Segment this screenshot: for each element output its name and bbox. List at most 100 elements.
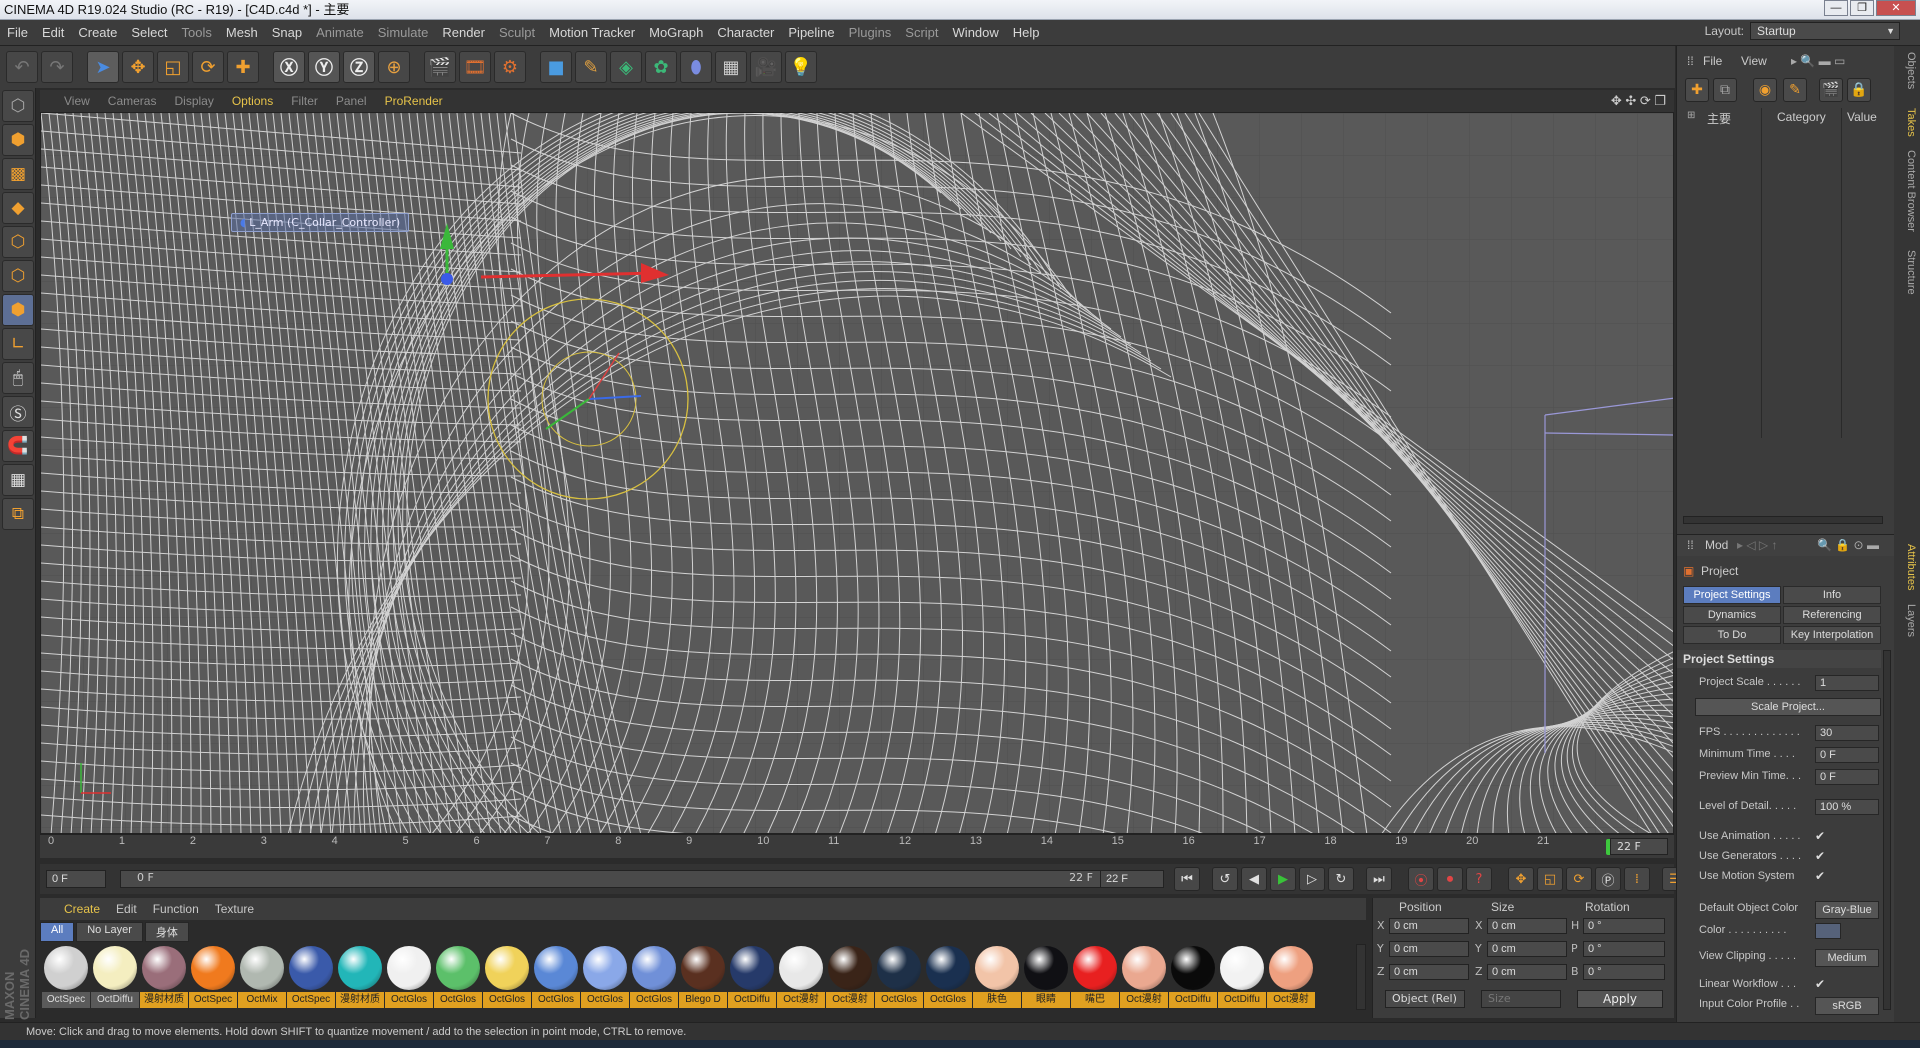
cube-icon[interactable]: ■: [540, 51, 572, 83]
take-lock-icon[interactable]: 🔒: [1847, 78, 1871, 102]
3d-viewport[interactable]: ◖ L_Arm (C_Collar_Controller): [40, 112, 1674, 834]
layout-dropdown[interactable]: Startup ▼: [1750, 22, 1900, 40]
side-tab-objects[interactable]: Objects: [1897, 52, 1917, 89]
record-pla-icon[interactable]: ⁞: [1624, 867, 1650, 891]
material-swatch[interactable]: 嘴巴: [1071, 944, 1119, 1010]
close-button[interactable]: ✕: [1876, 0, 1916, 16]
record-scale-icon[interactable]: ◱: [1537, 867, 1563, 891]
position-field[interactable]: 0 cm: [1389, 918, 1469, 934]
attribute-value-field[interactable]: 30: [1815, 725, 1879, 741]
record-active-icon[interactable]: ⦿: [1408, 867, 1434, 891]
workplane-icon[interactable]: ◆: [2, 192, 34, 224]
attributes-nav-icons[interactable]: ▸ ◁ ▷ ↑: [1737, 538, 1777, 552]
selected-object-label[interactable]: ◖ L_Arm (C_Collar_Controller): [231, 213, 410, 232]
menu-mograph[interactable]: MoGraph: [642, 25, 710, 40]
side-tab-layers[interactable]: Layers: [1897, 604, 1917, 637]
objects-menu-arrow-icon[interactable]: ▸ 🔍 ▬ ▭: [1791, 54, 1845, 68]
material-swatch[interactable]: 肤色: [973, 944, 1021, 1010]
tab-referencing[interactable]: Referencing: [1783, 606, 1881, 624]
material-swatch[interactable]: Oct漫射: [1120, 944, 1168, 1010]
take-override-icon[interactable]: ◉: [1753, 78, 1777, 102]
tab-info[interactable]: Info: [1783, 586, 1881, 604]
current-frame-field[interactable]: 22 F: [1610, 838, 1668, 855]
material-swatch[interactable]: OctGlos: [630, 944, 678, 1010]
take-add-icon[interactable]: ✚: [1685, 78, 1709, 102]
material-swatch[interactable]: OctMix: [238, 944, 286, 1010]
material-swatch[interactable]: 眼睛: [1022, 944, 1070, 1010]
menu-plugins[interactable]: Plugins: [842, 25, 899, 40]
record-parameter-icon[interactable]: Ⓟ: [1595, 867, 1621, 891]
rotation-field[interactable]: 0 °: [1583, 918, 1665, 934]
material-swatch[interactable]: Blego D: [679, 944, 727, 1010]
material-swatch[interactable]: OctDiffu: [1169, 944, 1217, 1010]
size-field[interactable]: 0 cm: [1487, 918, 1567, 934]
attribute-checkbox[interactable]: ✔: [1815, 829, 1825, 843]
timeline-ruler[interactable]: 0 1 2 3 4 5 6 7 8 9 10 11 12 13 14 15 16 17 18 19 20 21 22 F: [40, 834, 1674, 858]
render-picture-viewer-icon[interactable]: 🎞: [459, 51, 491, 83]
rotation-field[interactable]: 0 °: [1583, 941, 1665, 957]
keyframe-selection-icon[interactable]: ?: [1466, 867, 1492, 891]
play-icon[interactable]: ▶: [1270, 867, 1296, 891]
move-icon[interactable]: ✥: [122, 51, 154, 83]
render-view-icon[interactable]: 🎬: [424, 51, 456, 83]
material-swatch[interactable]: Oct漫射: [777, 944, 825, 1010]
scale-icon[interactable]: ◱: [157, 51, 189, 83]
attribute-checkbox[interactable]: ✔: [1815, 977, 1825, 991]
viewport-navigation-icons[interactable]: ✥ ✣ ⟳ ❐: [1611, 93, 1666, 109]
maximize-button[interactable]: ❐: [1850, 0, 1874, 16]
menu-mesh[interactable]: Mesh: [219, 25, 265, 40]
rotate-icon[interactable]: ⟳: [192, 51, 224, 83]
attribute-checkbox[interactable]: ✔: [1815, 849, 1825, 863]
menu-animate[interactable]: Animate: [309, 25, 371, 40]
position-field[interactable]: 0 cm: [1389, 964, 1469, 980]
take-render-icon[interactable]: 🎬: [1819, 78, 1843, 102]
size-field[interactable]: 0 cm: [1487, 964, 1567, 980]
edges-mode-icon[interactable]: ⬡: [2, 260, 34, 292]
material-swatch[interactable]: OctSpec: [287, 944, 335, 1010]
filter-no-layer[interactable]: No Layer: [76, 922, 143, 942]
menu-motion-tracker[interactable]: Motion Tracker: [542, 25, 642, 40]
material-swatch[interactable]: 漫射材质: [140, 944, 188, 1010]
viewport-menu-display[interactable]: Display: [174, 94, 213, 108]
previous-key-icon[interactable]: ↺: [1212, 867, 1238, 891]
menu-create[interactable]: Create: [71, 25, 124, 40]
rotation-field[interactable]: 0 °: [1583, 964, 1665, 980]
material-swatch[interactable]: OctGlos: [924, 944, 972, 1010]
world-coordinate-icon[interactable]: ⊕: [378, 51, 410, 83]
attribute-value-field[interactable]: 0 F: [1815, 747, 1879, 763]
texture-mode-icon[interactable]: ▩: [2, 158, 34, 190]
viewport-menu-cameras[interactable]: Cameras: [108, 94, 157, 108]
apply-button[interactable]: Apply: [1577, 990, 1663, 1008]
deformer-icon[interactable]: ⬮: [680, 51, 712, 83]
attributes-scrollbar[interactable]: [1883, 650, 1891, 1010]
side-tab-attributes[interactable]: Attributes: [1897, 544, 1917, 590]
workplane-lock-icon[interactable]: ▦: [2, 464, 34, 496]
menu-window[interactable]: Window: [946, 25, 1006, 40]
menu-simulate[interactable]: Simulate: [371, 25, 436, 40]
go-to-end-icon[interactable]: ⏭: [1366, 867, 1392, 891]
material-swatch[interactable]: OctDiffu: [1218, 944, 1266, 1010]
material-menu-create[interactable]: Create: [64, 902, 100, 916]
position-field[interactable]: 0 cm: [1389, 941, 1469, 957]
go-to-start-icon[interactable]: ⏮: [1174, 867, 1200, 891]
tab-project-settings[interactable]: Project Settings: [1683, 586, 1781, 604]
live-selection-icon[interactable]: ➤: [87, 51, 119, 83]
take-copy-icon[interactable]: ⧉: [1713, 78, 1737, 102]
material-swatch[interactable]: 漫射材质: [336, 944, 384, 1010]
menu-snap[interactable]: Snap: [265, 25, 309, 40]
attribute-value-field[interactable]: 100 %: [1815, 799, 1879, 815]
menu-tools[interactable]: Tools: [175, 25, 219, 40]
material-menu-texture[interactable]: Texture: [215, 902, 254, 916]
viewport-menu-filter[interactable]: Filter: [291, 94, 318, 108]
axis-mode-icon[interactable]: ∟: [2, 328, 34, 360]
model-mode-icon[interactable]: ⬢: [2, 124, 34, 156]
material-swatch[interactable]: OctDiffu: [91, 944, 139, 1010]
attribute-dropdown[interactable]: Medium: [1815, 949, 1879, 967]
menu-sculpt[interactable]: Sculpt: [492, 25, 542, 40]
last-tool-icon[interactable]: ✚: [227, 51, 259, 83]
scale-project-button[interactable]: Scale Project...: [1695, 698, 1881, 716]
light-icon[interactable]: 💡: [785, 51, 817, 83]
take-expand-icon[interactable]: ⊞: [1687, 110, 1695, 128]
floor-icon[interactable]: ▦: [715, 51, 747, 83]
polygons-mode-icon[interactable]: ⬢: [2, 294, 34, 326]
